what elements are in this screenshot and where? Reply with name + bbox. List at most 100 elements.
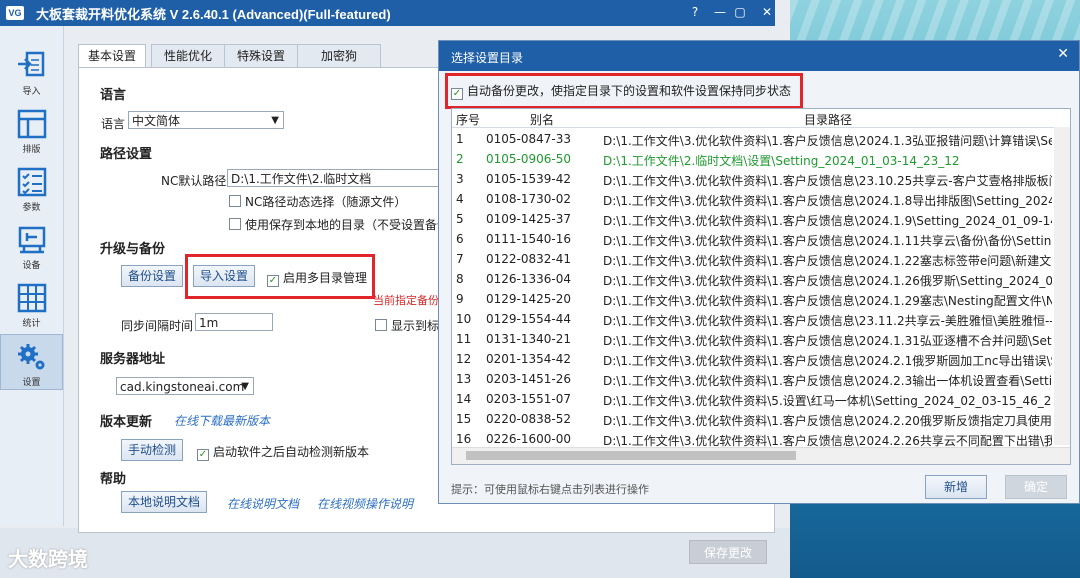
close-button[interactable]: ✕ xyxy=(752,0,782,26)
sidebar-label: 设置 xyxy=(22,378,41,388)
use-local-checkbox[interactable]: 使用保存到本地的目录（不受设置备份 xyxy=(229,216,439,233)
app-logo-icon: VG xyxy=(6,6,24,20)
list-item[interactable]: 2 0105-0906-50 D:\1.工作文件\2.临时文档\设置\Setting… xyxy=(452,149,1052,169)
list-item[interactable]: 7 0122-0832-41 D:\1.工作文件\3.优化软件资料\1.客户反馈信息… xyxy=(452,249,1052,269)
close-icon[interactable]: ✕ xyxy=(1057,46,1069,62)
list-item[interactable]: 10 0129-1554-44 D:\1.工作文件\3.优化软件资料\1.客户反馈信… xyxy=(452,309,1052,329)
machine-icon xyxy=(18,226,45,254)
sidebar-label: 设备 xyxy=(22,261,41,271)
cell-no: 7 xyxy=(456,252,464,266)
column-header-path: 目录路径 xyxy=(804,113,853,127)
vertical-scrollbar[interactable] xyxy=(1054,127,1070,445)
online-doc-link[interactable]: 在线说明文档 xyxy=(227,495,299,512)
parameters-icon xyxy=(17,167,46,197)
list-item[interactable]: 14 0203-1551-07 D:\1.工作文件\3.优化软件资料\5.设置\红马… xyxy=(452,389,1052,409)
cell-no: 9 xyxy=(456,292,464,306)
sidebar-item-machine[interactable]: 设备 xyxy=(0,218,63,274)
backup-settings-button[interactable]: 备份设置 xyxy=(121,265,183,287)
tab-dongle[interactable]: 加密狗 xyxy=(297,44,381,67)
cell-alias: 0126-1336-04 xyxy=(486,272,572,286)
language-select[interactable]: 中文简体 ▼ xyxy=(128,111,284,129)
column-header-no: 序号 xyxy=(456,113,481,127)
sidebar-item-import[interactable]: 导入 xyxy=(0,44,63,100)
cell-no: 13 xyxy=(456,372,472,386)
list-item[interactable]: 1 0105-0847-33 D:\1.工作文件\3.优化软件资料\1.客户反馈信息… xyxy=(452,129,1052,149)
cell-alias: 0129-1425-20 xyxy=(486,292,572,306)
list-item[interactable]: 15 0220-0838-52 D:\1.工作文件\3.优化软件资料\1.客户反馈信… xyxy=(452,409,1052,429)
cell-path: D:\1.工作文件\3.优化软件资料\1.客户反馈信息\23.10.25共享云-… xyxy=(603,174,1052,188)
cell-no: 8 xyxy=(456,272,464,286)
nc-path-input[interactable]: D:\1.工作文件\2.临时文档 xyxy=(227,169,439,187)
list-item[interactable]: 12 0201-1354-42 D:\1.工作文件\3.优化软件资料\1.客户反馈信… xyxy=(452,349,1052,369)
check-icon: ✓ xyxy=(197,449,209,461)
ok-button[interactable]: 确定 xyxy=(1005,475,1067,499)
cell-alias: 0201-1354-42 xyxy=(486,352,572,366)
cell-no: 4 xyxy=(456,192,464,206)
nc-path-label: NC默认路径 xyxy=(161,174,227,188)
nc-dynamic-checkbox[interactable]: NC路径动态选择（随源文件） xyxy=(229,193,406,210)
scrollbar-thumb[interactable] xyxy=(466,451,796,460)
upgrade-section-title: 升级与备份 xyxy=(100,242,166,257)
save-changes-button[interactable]: 保存更改 xyxy=(689,540,767,564)
sync-interval-input[interactable]: 1m xyxy=(195,313,273,331)
highlight-box xyxy=(185,254,375,299)
sidebar-label: 统计 xyxy=(22,319,41,329)
main-title-bar: VG 大板套裁开料优化系统 V 2.6.40.1 (Advanced)(Full… xyxy=(0,0,775,26)
sidebar-item-settings[interactable]: 设置 xyxy=(0,334,63,390)
auto-check-checkbox[interactable]: ✓ 启动软件之后自动检测新版本 xyxy=(197,443,369,461)
help-section-title: 帮助 xyxy=(100,472,127,487)
list-item[interactable]: 9 0129-1425-20 D:\1.工作文件\3.优化软件资料\1.客户反馈信息… xyxy=(452,289,1052,309)
sidebar-item-parameters[interactable]: 参数 xyxy=(0,160,63,216)
sidebar-item-statistics[interactable]: 统计 xyxy=(0,276,63,332)
list-item[interactable]: 13 0203-1451-26 D:\1.工作文件\3.优化软件资料\1.客户反馈信… xyxy=(452,369,1052,389)
window-bottom-area xyxy=(0,528,790,578)
nc-dynamic-label: NC路径动态选择（随源文件） xyxy=(245,195,407,209)
list-item[interactable]: 6 0111-1540-16 D:\1.工作文件\3.优化软件资料\1.客户反馈信息… xyxy=(452,229,1052,249)
list-item[interactable]: 4 0108-1730-02 D:\1.工作文件\3.优化软件资料\1.客户反馈信息… xyxy=(452,189,1052,209)
list-header: 序号 别名 目录路径 xyxy=(452,109,1070,128)
cell-no: 2 xyxy=(456,152,464,166)
online-download-link[interactable]: 在线下载最新版本 xyxy=(174,412,270,429)
cell-path: D:\1.工作文件\3.优化软件资料\1.客户反馈信息\2024.2.1俄罗斯圆… xyxy=(603,354,1052,368)
language-section-title: 语言 xyxy=(100,88,127,103)
horizontal-scrollbar[interactable] xyxy=(452,447,1070,464)
cell-no: 12 xyxy=(456,352,472,366)
cell-alias: 0220-0838-52 xyxy=(486,412,572,426)
cell-no: 11 xyxy=(456,332,472,346)
cell-path: D:\1.工作文件\3.优化软件资料\1.客户反馈信息\2024.1.29塞志\… xyxy=(603,294,1052,308)
cell-alias: 0105-0847-33 xyxy=(486,132,572,146)
tab-performance[interactable]: 性能优化 xyxy=(151,44,225,67)
cell-path: D:\1.工作文件\3.优化软件资料\1.客户反馈信息\2024.2.3输出一体… xyxy=(603,374,1052,388)
sidebar-label: 导入 xyxy=(22,87,41,97)
server-address-select[interactable]: cad.kingstoneai.com ▼ xyxy=(116,377,254,395)
cell-path: D:\1.工作文件\3.优化软件资料\5.设置\红马一体机\Setting_20… xyxy=(603,394,1052,408)
server-section-title: 服务器地址 xyxy=(100,352,166,367)
list-item[interactable]: 8 0126-1336-04 D:\1.工作文件\3.优化软件资料\1.客户反馈信息… xyxy=(452,269,1052,289)
cell-alias: 0131-1340-21 xyxy=(486,332,572,346)
new-button[interactable]: 新增 xyxy=(925,475,987,499)
cell-path: D:\1.工作文件\3.优化软件资料\1.客户反馈信息\2024.1.22塞志标… xyxy=(603,254,1052,268)
column-header-alias: 别名 xyxy=(530,113,555,127)
cell-alias: 0105-0906-50 xyxy=(486,152,572,166)
cell-alias: 0105-1539-42 xyxy=(486,172,572,186)
tab-special-settings[interactable]: 特殊设置 xyxy=(224,44,298,67)
cell-no: 10 xyxy=(456,312,472,326)
list-item[interactable]: 11 0131-1340-21 D:\1.工作文件\3.优化软件资料\1.客户反馈信… xyxy=(452,329,1052,349)
sidebar-label: 排版 xyxy=(22,145,41,155)
sidebar-item-layout[interactable]: 排版 xyxy=(0,102,63,158)
tab-basic-settings[interactable]: 基本设置 xyxy=(78,44,146,68)
local-doc-button[interactable]: 本地说明文档 xyxy=(121,491,207,513)
manual-check-button[interactable]: 手动检测 xyxy=(121,439,183,461)
list-item[interactable]: 16 0226-1600-00 D:\1.工作文件\3.优化软件资料\1.客户反馈信… xyxy=(452,429,1052,449)
cell-no: 14 xyxy=(456,392,472,406)
cell-alias: 0122-0832-41 xyxy=(486,252,572,266)
auto-check-label: 启动软件之后自动检测新版本 xyxy=(213,445,370,459)
show-to-mark-checkbox[interactable]: 显示到标 xyxy=(375,317,439,334)
cell-path: D:\1.工作文件\3.优化软件资料\1.客户反馈信息\2024.1.11共享云… xyxy=(603,234,1052,248)
maximize-button[interactable]: ▢ xyxy=(725,0,755,26)
settings-dir-list[interactable]: 序号 别名 目录路径 1 0105-0847-33 D:\1.工作文件\3.优化软件… xyxy=(451,108,1071,465)
list-item[interactable]: 5 0109-1425-37 D:\1.工作文件\3.优化软件资料\1.客户反馈信息… xyxy=(452,209,1052,229)
online-video-link[interactable]: 在线视频操作说明 xyxy=(317,495,413,512)
list-item[interactable]: 3 0105-1539-42 D:\1.工作文件\3.优化软件资料\1.客户反馈信息… xyxy=(452,169,1052,189)
cell-path: D:\1.工作文件\3.优化软件资料\1.客户反馈信息\2024.2.20俄罗斯… xyxy=(603,414,1052,428)
